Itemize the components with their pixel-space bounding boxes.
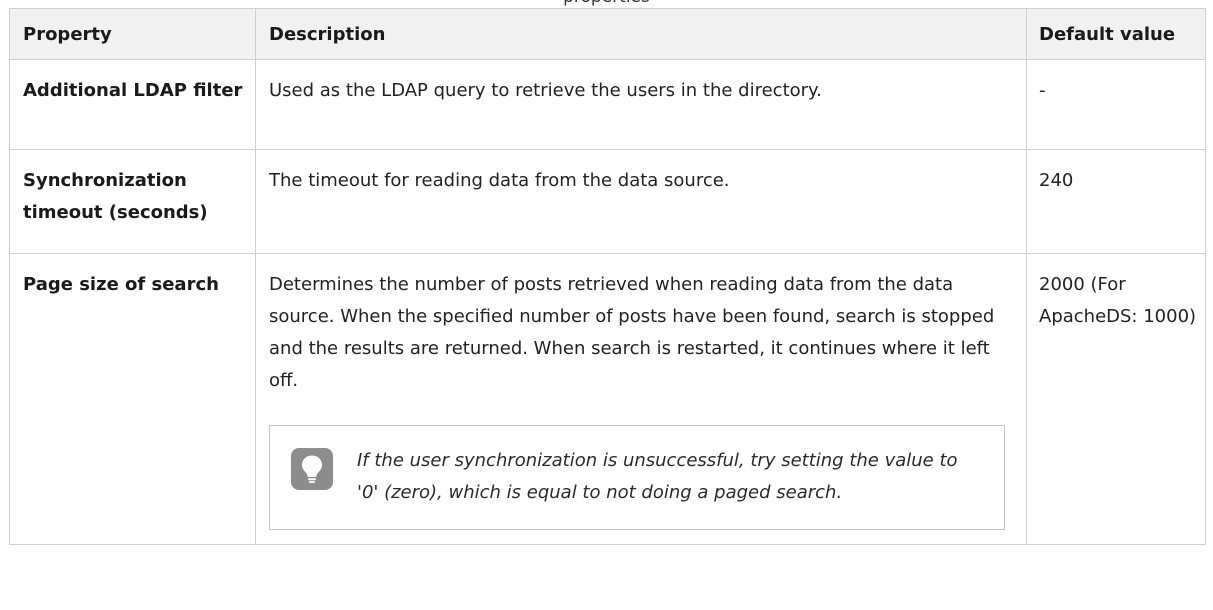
header-property: Property — [9, 8, 256, 60]
property-default-value: - — [1026, 59, 1206, 150]
table-caption: properties — [0, 0, 1213, 6]
table-header-row: Property Description Default value — [9, 8, 1206, 60]
property-name: Page size of search — [9, 253, 256, 545]
property-default-value: 240 — [1026, 149, 1206, 254]
property-description-cell: Determines the number of posts retrieved… — [255, 253, 1027, 545]
property-description: Determines the number of posts retrieved… — [269, 274, 995, 391]
header-default-value: Default value — [1026, 8, 1206, 60]
table-row: Synchronization timeout (seconds) The ti… — [9, 149, 1206, 254]
lightbulb-icon — [291, 448, 333, 490]
table-row: Additional LDAP filter Used as the LDAP … — [9, 59, 1206, 150]
property-default-value: 2000 (For ApacheDS: 1000) — [1026, 253, 1206, 545]
tip-callout: If the user synchronization is unsuccess… — [269, 425, 1005, 530]
property-name: Additional LDAP filter — [9, 59, 256, 150]
properties-table: Property Description Default value Addit… — [9, 8, 1206, 545]
property-name: Synchronization timeout (seconds) — [9, 149, 256, 254]
tip-text: If the user synchronization is unsuccess… — [357, 450, 958, 503]
property-description: The timeout for reading data from the da… — [255, 149, 1027, 254]
property-description: Used as the LDAP query to retrieve the u… — [255, 59, 1027, 150]
table-caption-fragment: properties — [0, 0, 1213, 8]
table-row: Page size of search Determines the numbe… — [9, 253, 1206, 545]
header-description: Description — [255, 8, 1027, 60]
